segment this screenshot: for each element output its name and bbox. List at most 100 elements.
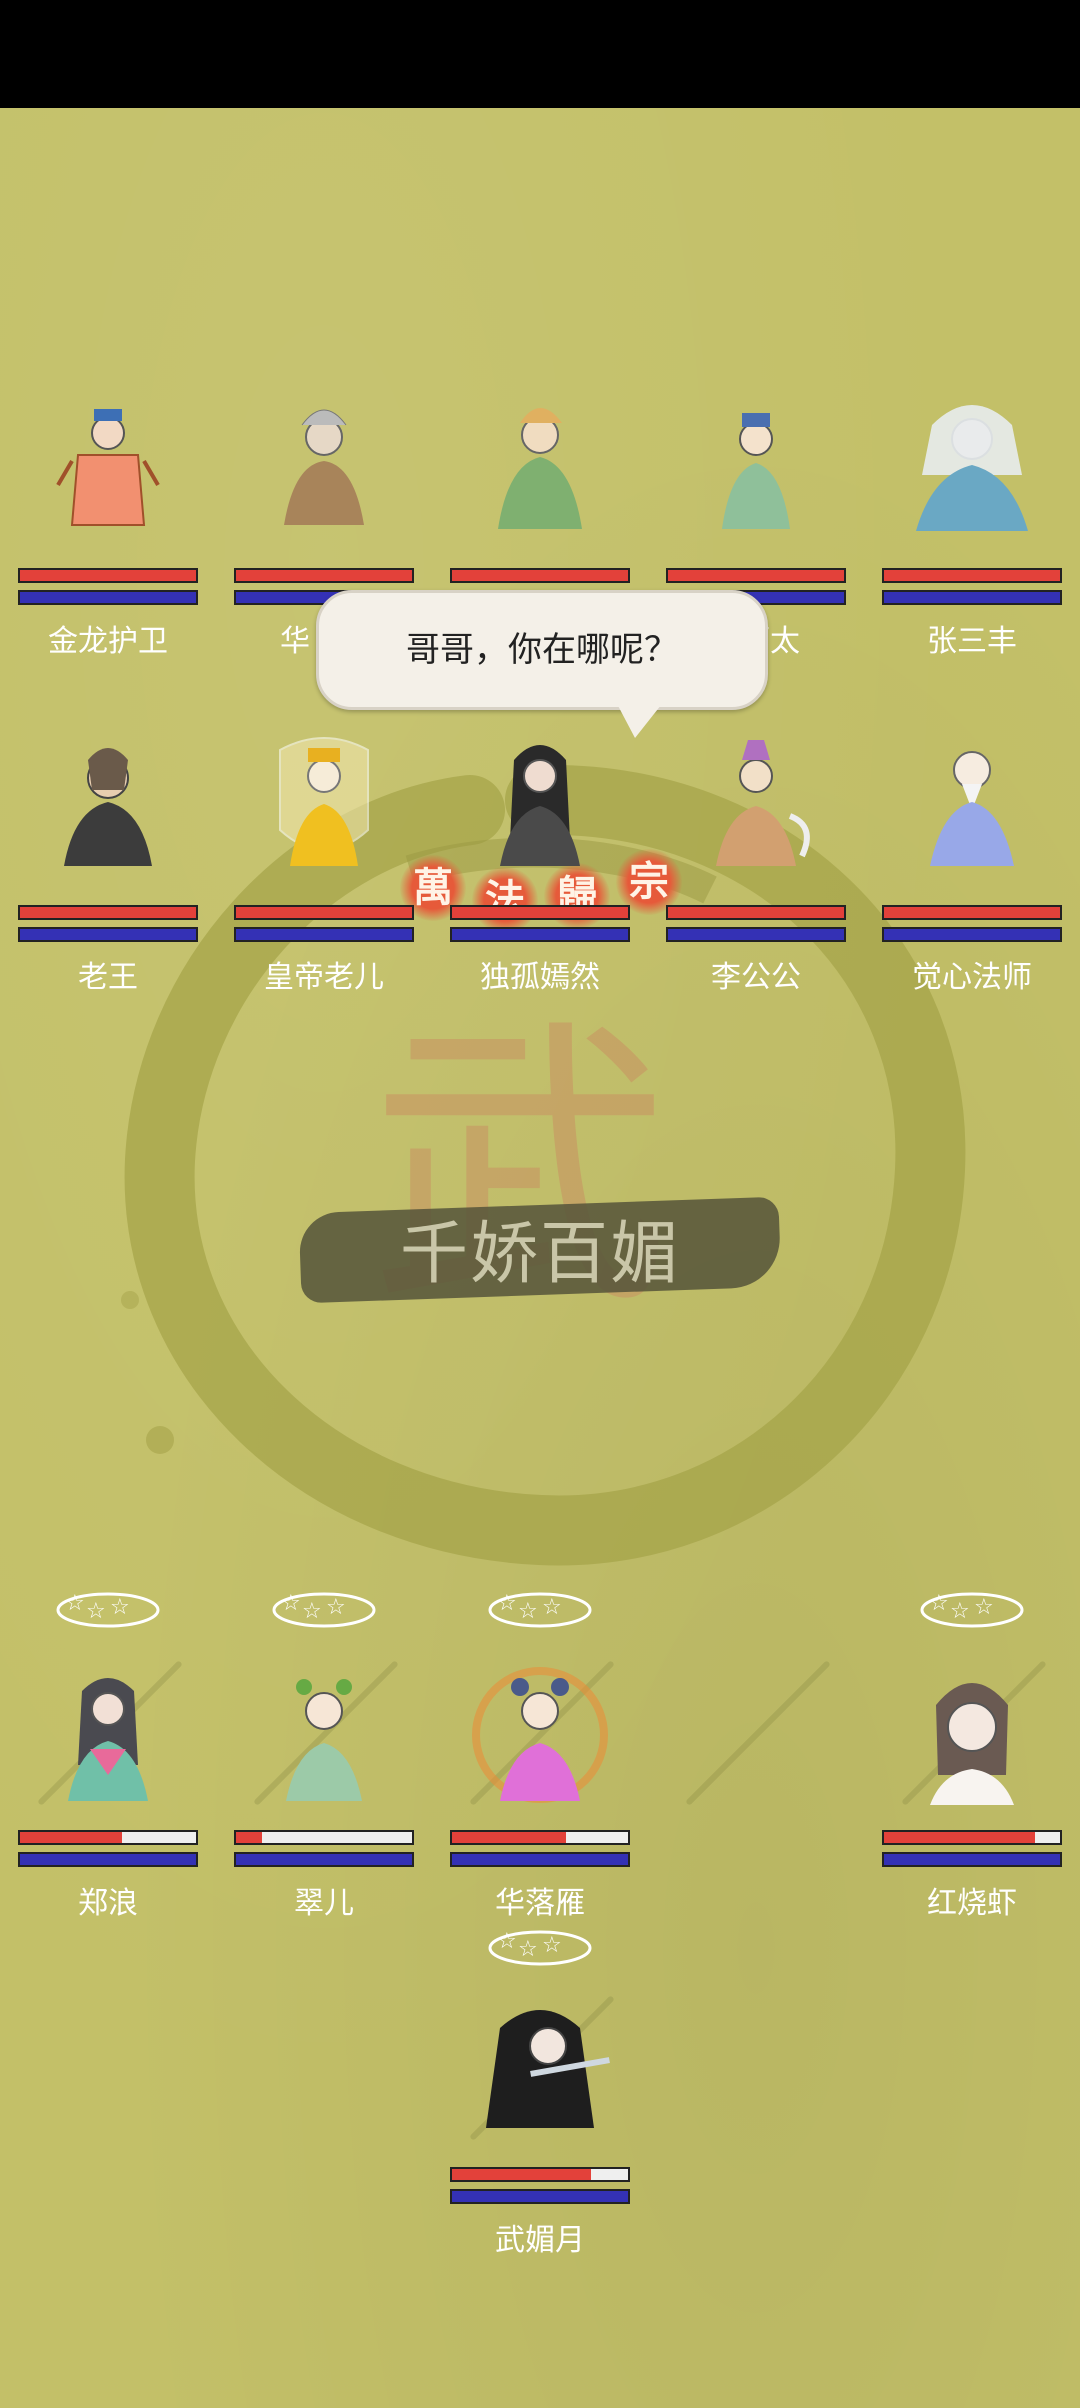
hp-fill — [668, 907, 844, 918]
mp-fill — [20, 1854, 196, 1865]
character-card[interactable] — [16, 730, 200, 900]
hp-fill — [452, 907, 628, 918]
zheng-lang-avatar-icon — [68, 1678, 148, 1801]
character-name: 皇帝老儿 — [264, 960, 384, 995]
hp-bar — [18, 905, 198, 920]
mp-fill — [236, 929, 412, 940]
star-halo-icon: ☆ ☆☆ — [920, 1591, 1024, 1628]
mp-bar — [450, 1852, 630, 1867]
mp-bar — [882, 1852, 1062, 1867]
hp-fill — [236, 1832, 263, 1843]
mp-fill — [668, 929, 844, 940]
svg-text:☆: ☆ — [518, 1599, 538, 1624]
svg-text:☆: ☆ — [65, 1591, 85, 1616]
svg-text:☆: ☆ — [497, 1591, 517, 1616]
eunuch-avatar-icon — [716, 740, 810, 866]
party-card-hong-shaoxia[interactable] — [880, 1665, 1064, 1835]
svg-text:☆: ☆ — [542, 1595, 562, 1620]
mp-bar — [18, 1852, 198, 1867]
character-name: 郑浪 — [78, 1886, 138, 1921]
mp-bar — [882, 590, 1062, 605]
svg-text:☆: ☆ — [86, 1599, 106, 1624]
hp-bar — [18, 1830, 198, 1845]
hp-fill — [452, 2169, 592, 2180]
speech-bubble[interactable]: 哥哥，你在哪呢？ — [316, 590, 768, 710]
character-card[interactable] — [232, 395, 416, 565]
character-card[interactable] — [448, 395, 632, 565]
lao-wang-avatar-icon — [64, 748, 152, 866]
hp-bar — [450, 1830, 630, 1845]
hp-bar — [234, 568, 414, 583]
emblem-title: 千娇百媚 — [399, 1215, 680, 1294]
mp-fill — [20, 592, 196, 603]
wu-meiyue-avatar-icon — [486, 2010, 610, 2128]
zhang-sanfeng-avatar-icon — [916, 405, 1028, 531]
character-card[interactable] — [448, 730, 632, 900]
party-card-hua-luoyan[interactable] — [448, 1665, 632, 1835]
party-card-zheng-lang[interactable] — [16, 1665, 200, 1835]
hp-bar — [882, 568, 1062, 583]
character-card[interactable] — [664, 395, 848, 565]
monk-avatar-icon — [930, 751, 1014, 866]
status-bar — [0, 0, 1080, 108]
hp-fill — [452, 1832, 567, 1843]
character-name: 武媚月 — [495, 2223, 585, 2258]
hp-bar — [234, 1830, 414, 1845]
character-card[interactable] — [664, 730, 848, 900]
hp-bar — [882, 1830, 1062, 1845]
character-name: 华 — [280, 624, 310, 659]
cui-er-avatar-icon — [286, 1679, 362, 1801]
hp-bar — [18, 568, 198, 583]
hp-bar — [450, 2167, 630, 2182]
hp-bar — [450, 905, 630, 920]
character-card[interactable] — [880, 730, 1064, 900]
svg-text:☆: ☆ — [326, 1595, 346, 1620]
svg-text:☆: ☆ — [497, 1929, 517, 1954]
mp-bar — [18, 927, 198, 942]
svg-text:☆: ☆ — [974, 1595, 994, 1620]
speech-bubble-tail — [615, 700, 665, 738]
svg-text:☆: ☆ — [518, 1937, 538, 1962]
emperor-avatar-icon — [279, 737, 369, 866]
hp-fill — [884, 570, 1060, 581]
star-halo-icon: ☆ ☆☆ — [56, 1591, 160, 1628]
mp-fill — [452, 929, 628, 940]
hp-fill — [236, 907, 412, 918]
hp-fill — [20, 1832, 123, 1843]
character-card[interactable] — [880, 395, 1064, 565]
dialog-text: 哥哥，你在哪呢？ — [406, 630, 678, 670]
hp-fill — [884, 907, 1060, 918]
party-card-wu-meiyue[interactable] — [448, 1998, 632, 2168]
mp-fill — [884, 929, 1060, 940]
hp-fill — [20, 907, 196, 918]
party-card-cui-er[interactable] — [232, 1665, 416, 1835]
nun-avatar-icon — [722, 413, 790, 529]
hp-bar — [666, 568, 846, 583]
mp-bar — [234, 1852, 414, 1867]
mp-bar — [882, 927, 1062, 942]
mp-fill — [884, 592, 1060, 603]
character-name: 红烧虾 — [927, 1886, 1017, 1921]
hp-bar — [234, 905, 414, 920]
character-card[interactable] — [16, 395, 200, 565]
hong-shaoxia-avatar-icon — [930, 1683, 1014, 1805]
svg-text:☆: ☆ — [542, 1933, 562, 1958]
mp-bar — [450, 927, 630, 942]
mp-fill — [884, 1854, 1060, 1865]
mp-bar — [234, 927, 414, 942]
hp-bar — [666, 905, 846, 920]
character-name: 老王 — [78, 960, 138, 995]
hp-fill — [884, 1832, 1036, 1843]
elder-green-avatar-icon — [498, 408, 582, 529]
hp-fill — [236, 570, 412, 581]
character-card[interactable] — [232, 730, 416, 900]
character-name: 翠儿 — [294, 1886, 354, 1921]
hua-luoyan-avatar-icon — [472, 1667, 608, 1803]
star-halo-icon: ☆ ☆☆ — [488, 1929, 592, 1966]
mp-fill — [236, 1854, 412, 1865]
dugu-yanran-avatar-icon — [500, 745, 580, 866]
hp-bar — [882, 905, 1062, 920]
elder-avatar-icon — [284, 409, 364, 525]
svg-text:☆: ☆ — [302, 1599, 322, 1624]
mp-bar — [450, 2189, 630, 2204]
